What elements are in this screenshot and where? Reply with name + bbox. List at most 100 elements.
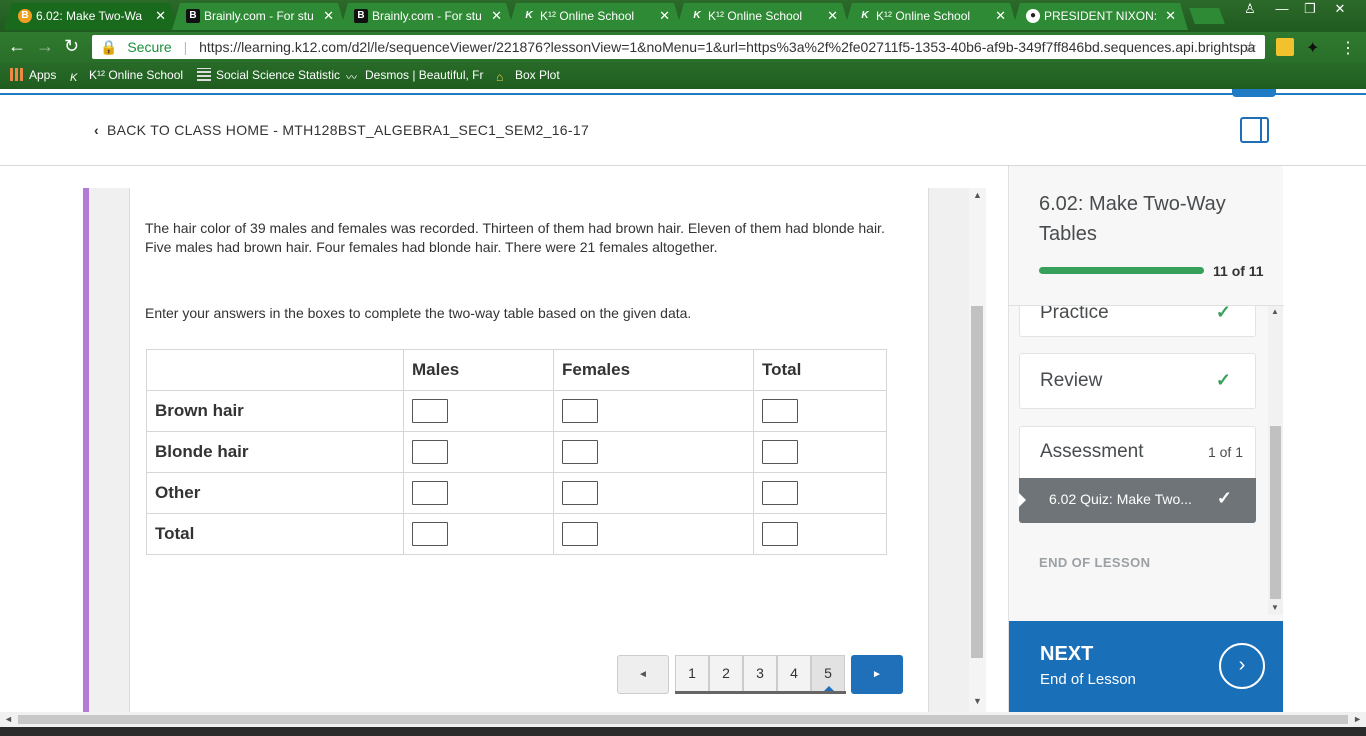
bookmarks-bar: Apps K K¹² Online School Social Science S… xyxy=(0,62,1366,89)
answer-input[interactable] xyxy=(412,399,448,423)
scrollbar-thumb[interactable] xyxy=(971,306,983,658)
table-cell xyxy=(553,431,754,473)
scroll-up-arrow-icon[interactable]: ▲ xyxy=(973,190,982,200)
table-icon xyxy=(197,68,211,81)
scroll-up-arrow-icon[interactable]: ▲ xyxy=(1271,307,1279,316)
scroll-left-arrow-icon[interactable]: ◄ xyxy=(4,714,13,724)
table-header-row: Males Females Total xyxy=(146,349,887,391)
page-button-1[interactable]: 1 xyxy=(675,655,709,692)
scrollbar-thumb[interactable] xyxy=(18,715,1348,724)
content-scrollbar[interactable]: ▲ ▼ xyxy=(969,188,986,712)
browser-tab-7[interactable]: ● PRESIDENT NIXON: ✕ xyxy=(1012,3,1188,30)
previous-page-button[interactable]: ◄ xyxy=(617,655,669,694)
scroll-down-arrow-icon[interactable]: ▼ xyxy=(1271,603,1279,612)
answer-input[interactable] xyxy=(412,481,448,505)
reload-icon[interactable]: ↻ xyxy=(64,37,79,55)
bookmark-box-plot[interactable]: ⌂ Box Plot xyxy=(496,68,560,84)
answer-input[interactable] xyxy=(762,481,798,505)
secure-label: Secure xyxy=(127,39,172,55)
brainly-icon: B xyxy=(186,9,200,23)
close-tab-icon[interactable]: ✕ xyxy=(323,8,334,24)
next-page-button[interactable]: ► xyxy=(851,655,903,694)
close-tab-icon[interactable]: ✕ xyxy=(659,8,670,24)
restore-icon[interactable]: ❐ xyxy=(1296,0,1324,20)
outline-scrollbar[interactable]: ▲ ▼ xyxy=(1268,306,1283,615)
lock-icon: 🔒 xyxy=(100,39,118,55)
scrollbar-thumb[interactable] xyxy=(1270,426,1281,599)
table-cell xyxy=(753,472,887,514)
forward-arrow-icon[interactable]: → xyxy=(36,37,54,55)
keep-extension-icon[interactable] xyxy=(1276,38,1294,56)
answer-input[interactable] xyxy=(562,522,598,546)
outline-item-quiz[interactable]: 6.02 Quiz: Make Two... ✓ xyxy=(1018,478,1256,523)
page-button-4[interactable]: 4 xyxy=(777,655,811,692)
end-of-lesson-label: END OF LESSON xyxy=(1039,555,1151,570)
outline-item-review[interactable]: Review ✓ xyxy=(1019,353,1256,409)
tab-title: 6.02: Make Two-Wa xyxy=(36,9,143,23)
browser-tab-6[interactable]: K K¹² Online School ✕ xyxy=(844,3,1018,30)
browser-tab-1[interactable]: B 6.02: Make Two-Wa ✕ xyxy=(4,3,178,30)
top-accent-line xyxy=(0,93,1366,95)
user-icon[interactable]: ♙ xyxy=(1236,0,1264,20)
close-tab-icon[interactable]: ✕ xyxy=(491,8,502,24)
answer-input[interactable] xyxy=(562,481,598,505)
k12-icon: K xyxy=(70,72,78,84)
outline-item-practice[interactable]: Practice ✓ xyxy=(1019,306,1256,337)
chevron-left-icon: ‹ xyxy=(94,122,99,138)
next-label: NEXT xyxy=(1040,643,1094,665)
bookmark-apps[interactable]: Apps xyxy=(10,68,56,82)
answer-input[interactable] xyxy=(762,440,798,464)
checkmark-icon: ✓ xyxy=(1215,370,1231,390)
page-button-3[interactable]: 3 xyxy=(743,655,777,692)
page-horizontal-scrollbar[interactable]: ◄ ► xyxy=(0,712,1366,727)
bookmark-label: Desmos | Beautiful, Fr xyxy=(365,68,484,82)
outline-item-label: Assessment xyxy=(1040,441,1144,462)
table-row: Blonde hair xyxy=(146,431,887,473)
browser-tab-4[interactable]: K K¹² Online School ✕ xyxy=(508,3,682,30)
back-to-class-link[interactable]: ‹ BACK TO CLASS HOME - MTH128BST_ALGEBRA1… xyxy=(94,122,589,138)
bookmark-desmos[interactable]: 〰 Desmos | Beautiful, Fr xyxy=(346,68,484,84)
address-bar[interactable]: 🔒 Secure | https://learning.k12.com/d2l/… xyxy=(92,35,1265,59)
answer-input[interactable] xyxy=(412,522,448,546)
row-label: Brown hair xyxy=(146,390,404,432)
close-tab-icon[interactable]: ✕ xyxy=(827,8,838,24)
bookmark-k12[interactable]: K K¹² Online School xyxy=(70,68,183,85)
close-tab-icon[interactable]: ✕ xyxy=(1165,8,1176,24)
close-tab-icon[interactable]: ✕ xyxy=(995,8,1006,24)
answer-input[interactable] xyxy=(562,399,598,423)
table-row: Brown hair xyxy=(146,390,887,432)
answer-input[interactable] xyxy=(562,440,598,464)
new-tab-button[interactable] xyxy=(1189,8,1225,24)
answer-input[interactable] xyxy=(762,399,798,423)
window-close-icon[interactable]: ✕ xyxy=(1326,0,1354,20)
panel-toggle-icon[interactable] xyxy=(1240,117,1269,143)
browser-tab-3[interactable]: B Brainly.com - For stu ✕ xyxy=(340,3,514,30)
table-row: Total xyxy=(146,513,887,555)
bookmark-social-science[interactable]: Social Science Statistic xyxy=(197,68,340,82)
menu-kebab-icon[interactable]: ⋮ xyxy=(1340,38,1358,57)
browser-tab-5[interactable]: K K¹² Online School ✕ xyxy=(676,3,850,30)
content-right-gutter xyxy=(928,188,970,712)
lesson-progress-bar xyxy=(1039,267,1204,274)
scroll-right-arrow-icon[interactable]: ► xyxy=(1353,714,1362,724)
question-paragraph: The hair color of 39 males and females w… xyxy=(145,220,885,255)
tab-title: Brainly.com - For stu xyxy=(204,9,314,23)
pin-extension-icon[interactable]: ✦ xyxy=(1306,38,1324,57)
answer-input[interactable] xyxy=(762,522,798,546)
back-arrow-icon[interactable]: ← xyxy=(8,37,26,55)
bookmark-star-icon[interactable]: ☆ xyxy=(1244,38,1257,56)
current-page-caret-icon xyxy=(824,686,834,691)
brainly-icon: B xyxy=(354,9,368,23)
answer-input[interactable] xyxy=(412,440,448,464)
pagination-underline xyxy=(675,691,846,694)
next-button[interactable]: NEXT End of Lesson › xyxy=(1009,621,1283,712)
browser-tab-2[interactable]: B Brainly.com - For stu ✕ xyxy=(172,3,346,30)
table-cell xyxy=(403,513,554,555)
bookmark-label: Apps xyxy=(29,68,57,82)
close-tab-icon[interactable]: ✕ xyxy=(155,8,166,24)
minimize-icon[interactable]: — xyxy=(1268,0,1296,20)
table-cell xyxy=(553,390,754,432)
page-button-2[interactable]: 2 xyxy=(709,655,743,692)
outline-item-assessment[interactable]: Assessment 1 of 1 xyxy=(1019,426,1256,478)
scroll-down-arrow-icon[interactable]: ▼ xyxy=(973,696,982,706)
